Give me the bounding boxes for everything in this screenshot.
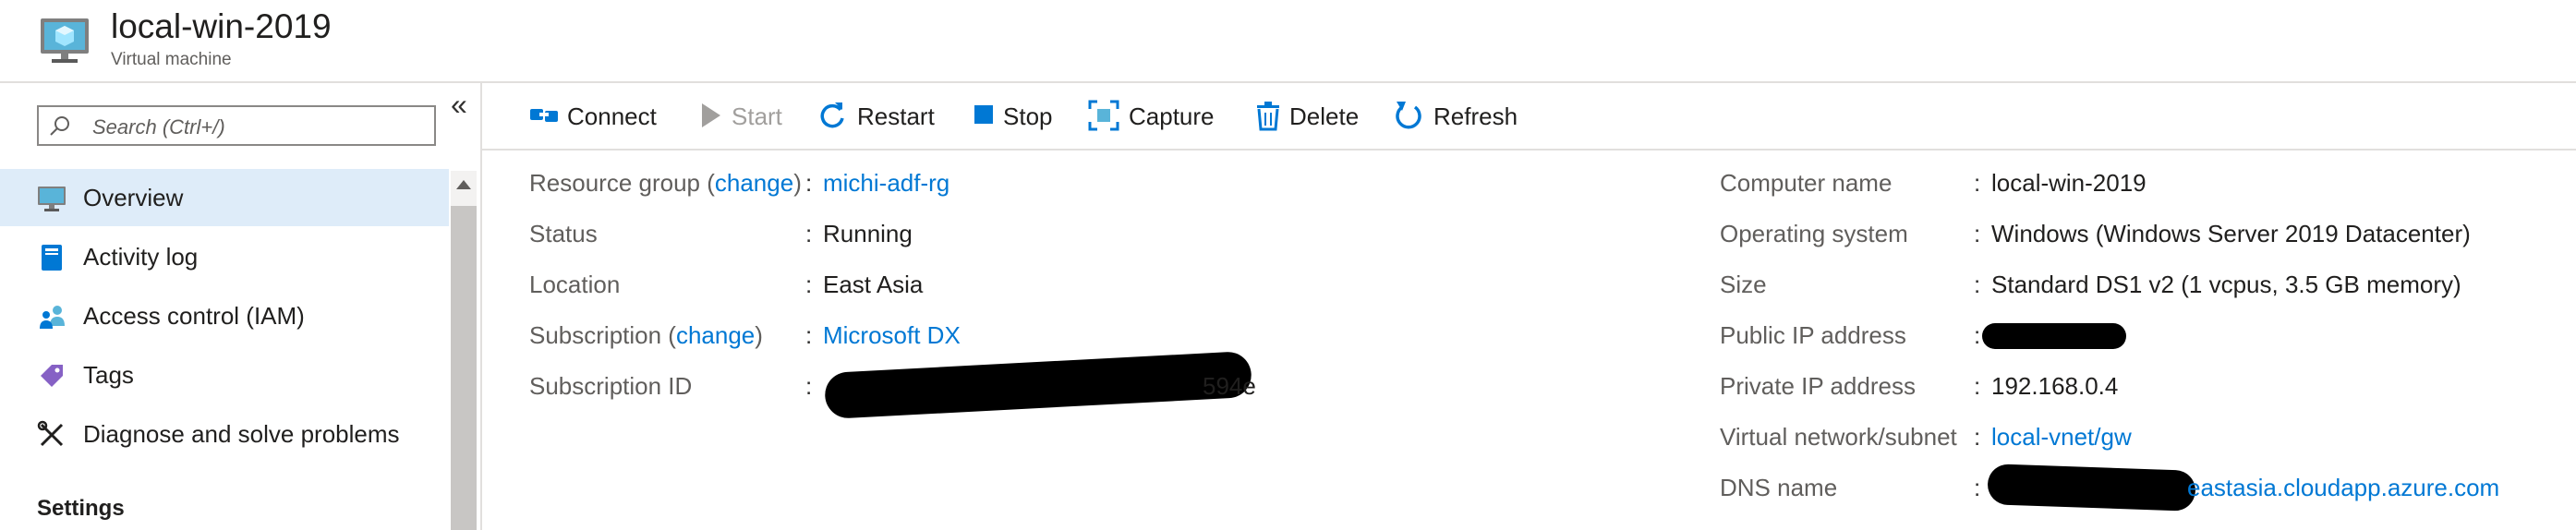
sidebar-item-label: Activity log [83,243,199,271]
scrollbar-thumb[interactable] [451,206,477,530]
change-resource-group-link[interactable]: change [715,169,793,197]
delete-label: Delete [1289,102,1360,130]
sidebar-item-overview[interactable]: Overview [0,169,449,226]
vnet-label: Virtual network/subnet [1720,423,1957,451]
collapse-sidebar-button[interactable]: « [451,88,467,122]
sidebar-item-diagnose[interactable]: Diagnose and solve problems [0,405,449,463]
separator: : [1974,321,1981,349]
computer-name-label: Computer name [1720,169,1893,197]
refresh-button[interactable]: Refresh [1393,82,1522,149]
sidebar-scrollbar[interactable] [451,171,477,530]
subscription-id-value: 594e [1203,372,1256,400]
subscription-value[interactable]: Microsoft DX [823,321,961,350]
connect-label: Connect [567,102,657,130]
separator: : [1974,474,1981,501]
page-subtitle: Virtual machine [111,50,232,69]
resource-group-label: Resource group (change) [529,169,802,197]
dns-label: DNS name [1720,474,1838,501]
separator: : [805,372,813,400]
resource-group-value[interactable]: michi-adf-rg [823,169,949,198]
search-placeholder: Search (Ctrl+/) [92,115,225,139]
refresh-icon [1396,102,1421,129]
status-value: Running [823,220,913,247]
people-icon [40,306,65,329]
sidebar-item-activity-log[interactable]: Activity log [0,228,449,285]
delete-button[interactable]: Delete [1252,82,1363,149]
search-icon [50,116,69,136]
public-ip-label: Public IP address [1720,321,1906,349]
dns-value[interactable]: eastasia.cloudapp.azure.com [2187,474,2499,502]
search-input[interactable]: Search (Ctrl+/) [37,105,436,146]
change-subscription-link[interactable]: change [676,321,755,349]
private-ip-label: Private IP address [1720,372,1916,400]
play-icon [702,103,720,127]
status-label: Status [529,220,598,247]
tag-icon [41,365,63,387]
refresh-label: Refresh [1433,102,1518,130]
sidebar-item-label: Overview [83,184,184,211]
separator: : [805,220,813,247]
separator: : [1974,372,1981,400]
page-title: local-win-2019 [111,7,332,45]
virtual-machine-icon [41,18,89,63]
redaction-mark [824,350,1252,420]
separator: : [805,271,813,298]
sidebar: Search (Ctrl+/) « Overview Activity log … [0,82,482,530]
capture-label: Capture [1129,102,1215,130]
separator: : [1974,423,1981,451]
restart-label: Restart [857,102,935,130]
sidebar-item-access-control[interactable]: Access control (IAM) [0,287,449,344]
private-ip-value: 192.168.0.4 [1991,372,2119,400]
sidebar-item-label: Diagnose and solve problems [83,420,400,448]
monitor-icon [38,187,66,211]
redaction-mark [1982,323,2126,349]
restart-icon [820,102,844,128]
delete-icon [1257,102,1279,131]
sidebar-section-settings: Settings [37,496,125,521]
restart-button[interactable]: Restart [816,82,937,149]
stop-icon [974,105,993,124]
page-header: local-win-2019 Virtual machine [0,0,2576,83]
stop-label: Stop [1003,102,1053,130]
separator: : [805,169,813,197]
wrench-icon [37,420,64,447]
size-value: Standard DS1 v2 (1 vcpus, 3.5 GB memory) [1991,271,2461,298]
os-label: Operating system [1720,220,1908,247]
capture-button[interactable]: Capture [1088,82,1217,149]
location-label: Location [529,271,621,298]
separator: : [1974,169,1981,197]
separator: : [1974,271,1981,298]
start-button[interactable]: Start [695,82,787,149]
subscription-label: Subscription (change) [529,321,763,349]
start-label: Start [732,102,782,130]
separator: : [805,321,813,349]
size-label: Size [1720,271,1767,298]
sidebar-item-tags[interactable]: Tags [0,346,449,404]
computer-name-value: local-win-2019 [1991,169,2147,197]
stop-button[interactable]: Stop [970,82,1062,149]
location-value: East Asia [823,271,924,298]
separator: : [1974,220,1981,247]
connect-button[interactable]: Connect [528,82,658,149]
vnet-value[interactable]: local-vnet/gw [1991,423,2132,452]
subscription-id-label: Subscription ID [529,372,693,400]
sidebar-item-label: Access control (IAM) [83,302,305,330]
capture-icon [1088,100,1119,131]
os-value: Windows (Windows Server 2019 Datacenter) [1991,220,2471,247]
command-bar: Connect Start Restart Stop Capture Delet… [482,82,2576,151]
connect-icon [530,109,558,122]
book-icon [42,245,62,271]
sidebar-item-label: Tags [83,361,134,389]
redaction-mark [1987,464,2196,512]
scroll-up-icon[interactable] [456,180,471,189]
